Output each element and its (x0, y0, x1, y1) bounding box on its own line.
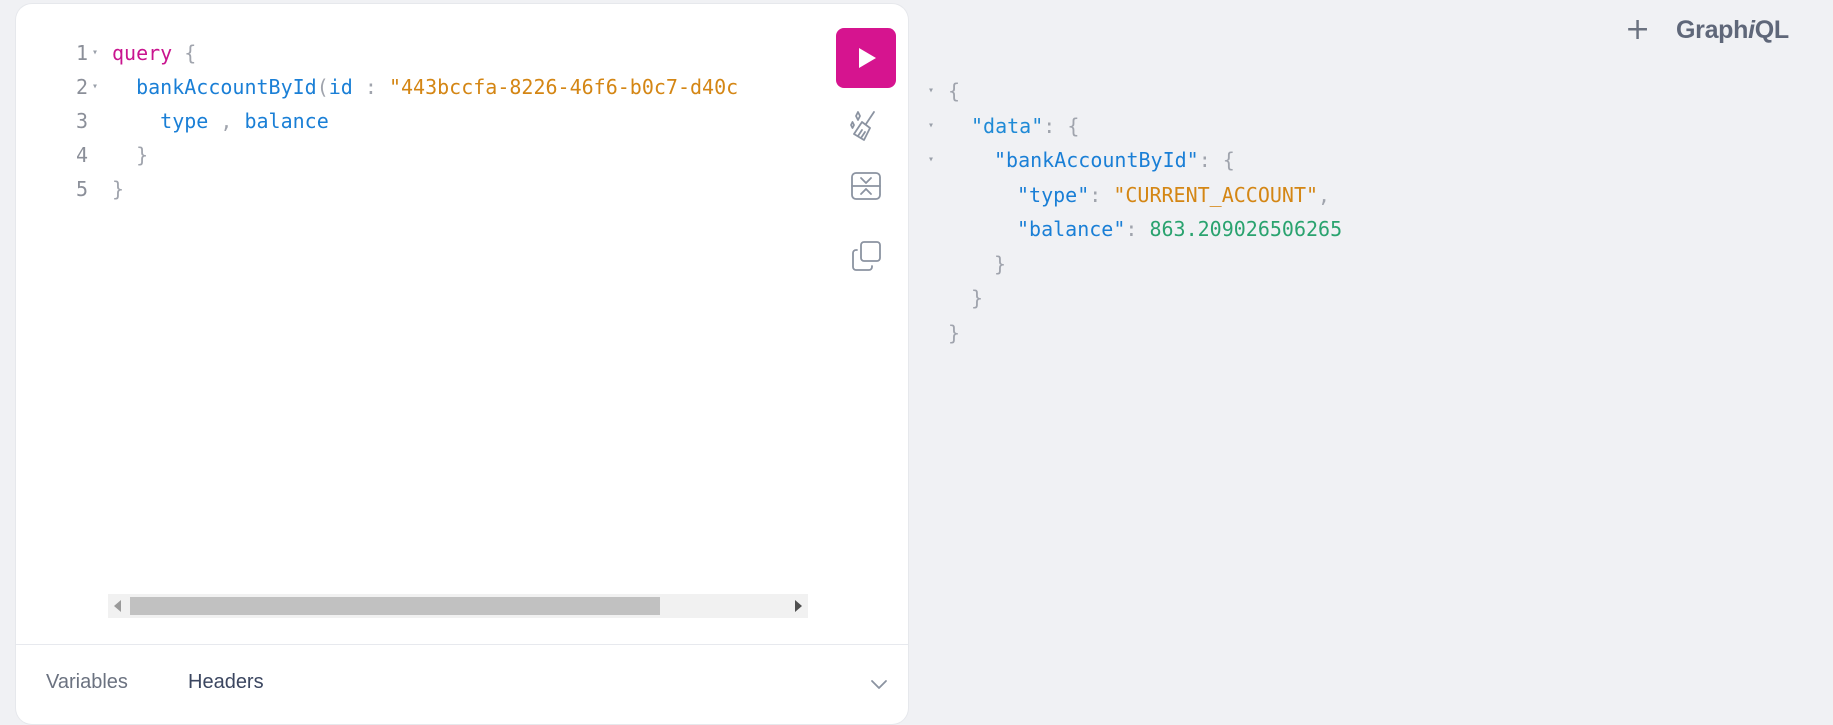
copy-icon (852, 241, 881, 271)
editor-line-text: type , balance (112, 104, 329, 138)
chevron-down-icon (871, 680, 887, 689)
result-line: ▾ "bankAccountById": { (920, 143, 1800, 178)
result-line-text: "type": "CURRENT_ACCOUNT", (1017, 178, 1330, 213)
result-line-text: } (971, 281, 983, 316)
editor-line[interactable]: 2 ▾ bankAccountById(id : "443bccfa-8226-4… (16, 70, 816, 104)
run-query-button[interactable] (836, 28, 896, 88)
code-token: } (112, 143, 149, 167)
query-editor-panel: 1 ▾ query {2 ▾ bankAccountById(id : "443bcc… (16, 4, 908, 724)
horizontal-scrollbar[interactable] (108, 594, 808, 618)
fold-arrow-icon[interactable]: ▾ (928, 109, 934, 144)
scroll-left-icon[interactable] (114, 600, 121, 612)
result-line-text: } (994, 247, 1006, 282)
json-token: } (971, 286, 984, 310)
json-token: : { (1198, 148, 1235, 172)
query-editor[interactable]: 1 ▾ query {2 ▾ bankAccountById(id : "443bcc… (16, 36, 816, 206)
result-line: } (920, 316, 1800, 351)
json-token: "balance" (1017, 217, 1126, 241)
code-token: ( (316, 75, 329, 99)
prettify-icon (850, 111, 875, 141)
scroll-right-icon[interactable] (795, 600, 802, 612)
result-viewer: ▾{▾ "data": {▾ "bankAccountById": {"type":… (920, 74, 1800, 350)
line-number: 3 (75, 109, 88, 133)
scrollbar-thumb[interactable] (130, 597, 660, 615)
json-token: "CURRENT_ACCOUNT" (1113, 182, 1319, 207)
fold-arrow-icon[interactable]: ▾ (928, 143, 934, 178)
fold-arrow-icon[interactable]: ▾ (92, 70, 98, 104)
json-token: , (1318, 182, 1331, 207)
tab-variables[interactable]: Variables (46, 671, 128, 694)
editor-line-text: query { (112, 36, 196, 70)
line-number: 1 (75, 41, 88, 65)
editor-line[interactable]: 4 } (16, 138, 816, 172)
editor-line[interactable]: 5} (16, 172, 816, 206)
code-token: } (112, 177, 125, 201)
result-line-text: "bankAccountById": { (994, 143, 1235, 178)
json-token: : { (1043, 113, 1080, 138)
line-number: 5 (75, 177, 88, 201)
fold-arrow-icon[interactable]: ▾ (92, 36, 98, 70)
code-token: id (328, 75, 353, 99)
result-line: ▾{ (920, 74, 1800, 109)
result-line: } (920, 247, 1800, 282)
code-token: { (172, 41, 197, 65)
play-icon (859, 48, 876, 68)
code-token: "443bccfa-8226-46f6-b0c7-d40c (388, 75, 739, 99)
tab-headers[interactable]: Headers (188, 671, 264, 694)
result-line-text: { (948, 74, 960, 109)
json-token: "data" (971, 113, 1044, 138)
json-token: "bankAccountById" (994, 148, 1199, 172)
json-token: : (1125, 217, 1150, 241)
json-token: { (948, 79, 961, 103)
graphiql-logo: GraphiQL (1676, 16, 1789, 44)
code-token: : (352, 75, 389, 99)
line-number: 2 (75, 75, 88, 99)
editor-line-text: bankAccountById(id : "443bccfa-8226-46f6… (112, 70, 738, 104)
result-line: "balance": 863.209026506265 (920, 212, 1800, 247)
json-token: } (994, 251, 1007, 276)
merge-fragments-icon (851, 172, 881, 200)
merge-fragments-button[interactable] (840, 160, 892, 212)
editor-line-text: } (112, 138, 148, 172)
copy-query-button[interactable] (840, 230, 892, 282)
editor-tools-bar: Variables Headers (16, 644, 908, 725)
result-line: } (920, 281, 1800, 316)
result-line-text: "data": { (971, 109, 1079, 144)
code-token: balance (244, 109, 329, 133)
code-token: query (112, 41, 173, 65)
add-tab-button[interactable]: + (1625, 10, 1650, 50)
result-line: "type": "CURRENT_ACCOUNT", (920, 178, 1800, 213)
editor-line-text: } (112, 172, 124, 206)
result-line: ▾ "data": { (920, 109, 1800, 144)
editor-line[interactable]: 3 type , balance (16, 104, 816, 138)
json-token: "type" (1017, 182, 1090, 207)
fold-arrow-icon[interactable]: ▾ (928, 74, 934, 109)
code-token: type (112, 109, 209, 133)
toggle-editor-tools-button[interactable] (868, 673, 890, 700)
result-line-text: } (948, 316, 960, 351)
code-token: bankAccountById (112, 75, 317, 99)
line-number: 4 (75, 143, 88, 167)
code-token: , (208, 109, 245, 133)
prettify-button[interactable] (840, 100, 892, 152)
result-line-text: "balance": 863.209026506265 (1017, 212, 1342, 247)
json-token: } (948, 320, 961, 345)
json-token: 863.209026506265 (1149, 217, 1343, 241)
json-token: : (1089, 182, 1114, 207)
editor-line[interactable]: 1 ▾ query { (16, 36, 816, 70)
